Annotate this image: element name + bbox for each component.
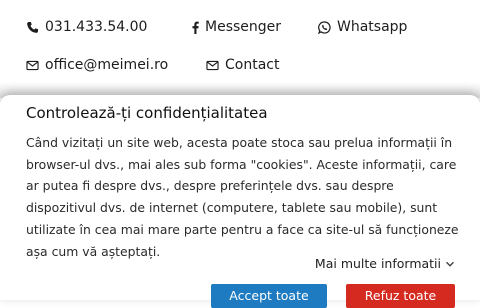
contact-label: Contact (225, 57, 280, 73)
envelope-icon (206, 59, 219, 72)
phone-icon (26, 21, 39, 34)
contact-bar: 031.433.54.00 Messenger Whatsapp office@… (0, 0, 480, 95)
more-info-label: Mai multe informatii (314, 256, 441, 271)
consent-title: Controlează-ți confidențialitatea (26, 104, 268, 122)
messenger-label: Messenger (205, 19, 282, 35)
email-address: office@meimei.ro (45, 57, 169, 73)
contact-link[interactable]: Contact (206, 57, 279, 73)
chevron-down-icon (445, 259, 455, 269)
messenger-link[interactable]: Messenger (189, 19, 281, 35)
more-info-toggle[interactable]: Mai multe informatii (315, 256, 455, 271)
whatsapp-link[interactable]: Whatsapp (318, 19, 407, 35)
phone-number: 031.433.54.00 (45, 19, 148, 35)
phone-link[interactable]: 031.433.54.00 (26, 19, 147, 35)
consent-body: Când vizitați un site web, acesta poate … (26, 135, 459, 259)
facebook-icon (189, 21, 202, 34)
email-link[interactable]: office@meimei.ro (26, 57, 168, 73)
accept-all-button[interactable]: Accept toate (211, 284, 327, 308)
whatsapp-label: Whatsapp (337, 19, 408, 35)
refuse-all-button[interactable]: Refuz toate (346, 284, 455, 308)
envelope-icon (26, 59, 39, 72)
cookie-consent-panel: Controlează-ți confidențialitatea Când v… (0, 95, 480, 308)
whatsapp-icon (318, 20, 331, 34)
